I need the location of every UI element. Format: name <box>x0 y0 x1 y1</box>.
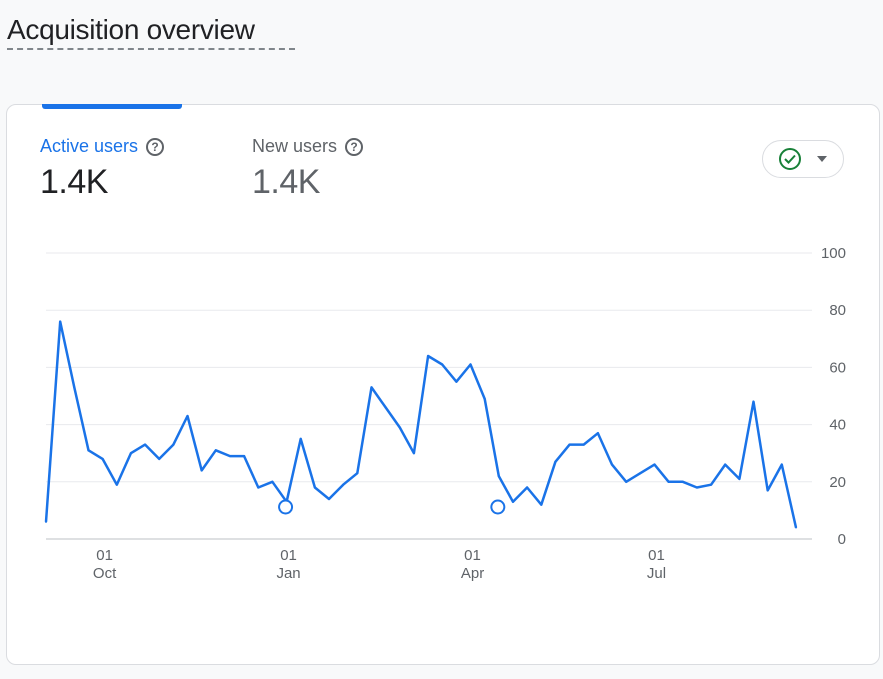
x-tick-month-label: Jul <box>647 565 666 582</box>
data-point <box>752 400 755 403</box>
annotation-marker <box>278 499 294 515</box>
data-point <box>342 483 345 486</box>
y-tick-label: 100 <box>821 245 846 262</box>
annotation-markers <box>278 499 506 515</box>
data-point <box>45 520 47 523</box>
data-point <box>540 503 543 506</box>
data-point <box>328 497 331 500</box>
data-point <box>738 477 741 480</box>
data-point <box>596 432 599 435</box>
data-point <box>257 486 260 489</box>
x-tick-month-label: Jan <box>276 565 300 582</box>
data-point <box>455 380 458 383</box>
data-point <box>724 463 727 466</box>
data-point <box>243 455 246 458</box>
data-point <box>469 363 472 366</box>
y-tick-label: 0 <box>838 531 846 548</box>
data-point <box>370 386 373 389</box>
annotation-marker <box>490 499 506 515</box>
data-point <box>667 480 670 483</box>
data-point <box>172 443 175 446</box>
x-tick-day-label: 01 <box>96 547 113 564</box>
data-point <box>384 406 387 409</box>
line-chart: 020406080100 01Oct01Jan01Apr01Jul <box>44 245 846 582</box>
y-tick-label: 60 <box>829 359 846 376</box>
y-axis-ticks: 0 20 40 60 80 100 <box>821 245 846 548</box>
data-point <box>511 500 514 503</box>
x-tick-month-label: Apr <box>461 565 484 582</box>
data-point <box>625 480 628 483</box>
x-tick-day-label: 01 <box>464 547 481 564</box>
data-point <box>115 483 118 486</box>
data-point <box>483 397 486 400</box>
data-point <box>611 463 614 466</box>
y-tick-label: 40 <box>829 417 846 434</box>
data-point <box>87 449 90 452</box>
data-point <box>795 526 797 529</box>
data-point <box>639 472 642 475</box>
data-point <box>271 480 274 483</box>
data-point <box>398 426 401 429</box>
data-point <box>710 483 713 486</box>
data-point <box>186 415 189 418</box>
data-point <box>200 469 203 472</box>
data-point <box>101 457 104 460</box>
y-tick-label: 20 <box>829 474 846 491</box>
x-tick-day-label: 01 <box>280 547 297 564</box>
x-axis-ticks: 01Oct01Jan01Apr01Jul <box>93 547 666 582</box>
data-point <box>59 320 62 323</box>
data-point <box>568 443 571 446</box>
y-tick-label: 80 <box>829 302 846 319</box>
data-point <box>313 486 316 489</box>
data-point <box>228 455 231 458</box>
data-point <box>582 443 585 446</box>
data-point <box>144 443 147 446</box>
data-point <box>780 463 783 466</box>
data-point <box>681 480 684 483</box>
chart-grid <box>46 252 812 540</box>
data-point <box>158 457 161 460</box>
data-point <box>526 486 529 489</box>
x-tick-day-label: 01 <box>648 547 665 564</box>
data-point <box>299 437 302 440</box>
data-point <box>554 460 557 463</box>
data-point <box>412 452 415 455</box>
data-point <box>695 486 698 489</box>
data-point <box>356 472 359 475</box>
x-tick-month-label: Oct <box>93 565 117 582</box>
data-point <box>129 452 132 455</box>
data-point <box>441 363 444 366</box>
data-point <box>214 449 217 452</box>
data-point <box>766 489 769 492</box>
data-point <box>427 354 430 357</box>
data-point <box>653 463 656 466</box>
data-point <box>73 386 76 389</box>
data-point <box>497 475 500 478</box>
